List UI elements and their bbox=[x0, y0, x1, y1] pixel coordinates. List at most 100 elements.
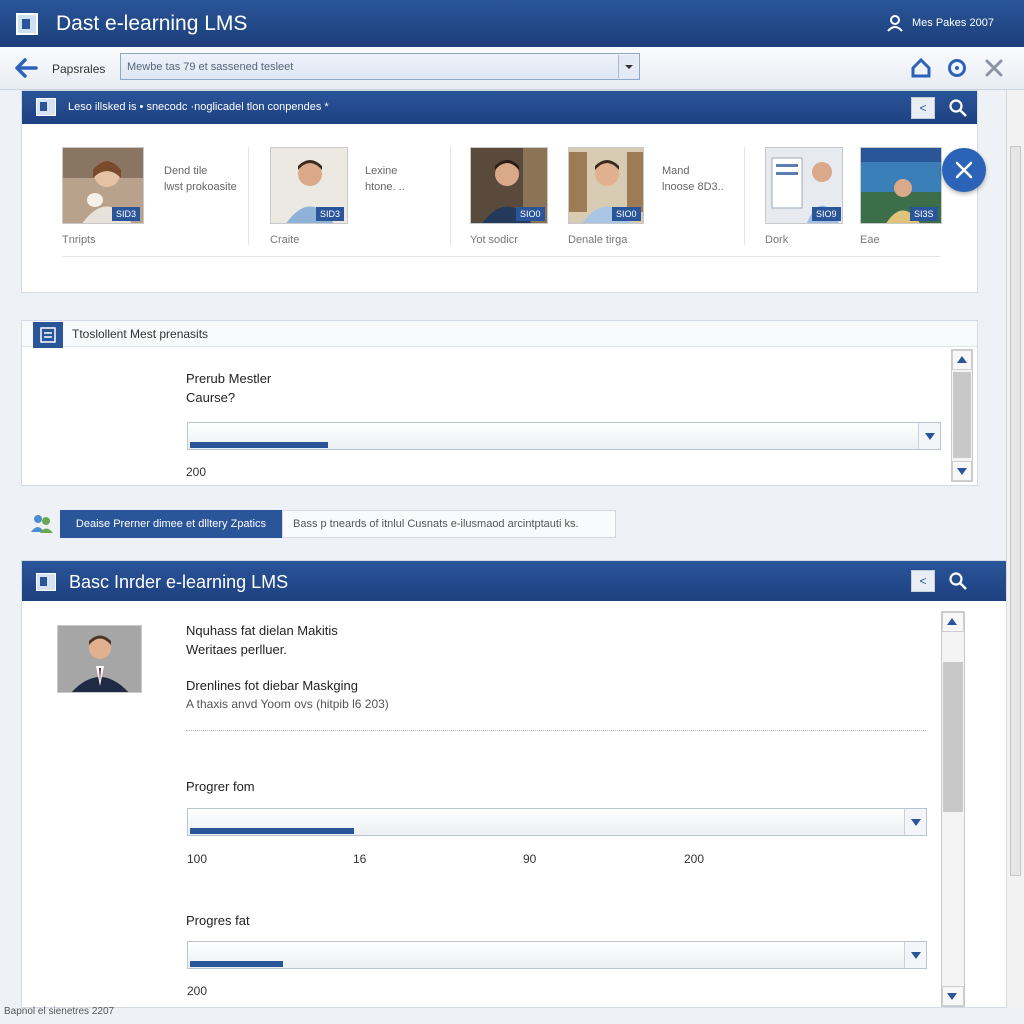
course-badge: SIO0 bbox=[612, 207, 641, 221]
collapse-button[interactable]: < bbox=[911, 97, 935, 119]
caption-line: htone. .. bbox=[365, 181, 405, 193]
courses-panel-header: Leso illsked is • snecodc ·noglicadel tl… bbox=[22, 91, 977, 124]
caption-line: lnoose 8D3.. bbox=[662, 181, 724, 193]
caption-line: lwst prokoasite bbox=[164, 181, 237, 193]
course-caption: Lexine htone. .. bbox=[365, 163, 405, 195]
progress-dropdown[interactable] bbox=[187, 941, 927, 969]
app-title: Dast e-learning LMS bbox=[56, 12, 248, 35]
address-input[interactable] bbox=[120, 53, 640, 80]
chevron-down-icon[interactable] bbox=[904, 942, 926, 968]
course-label[interactable]: Tnripts bbox=[62, 234, 96, 246]
tab-active[interactable]: Deaise Prerner dimee et dlltery Zpatics bbox=[60, 510, 282, 538]
course-detail-header: Basc Inrder e-learning LMS < bbox=[22, 561, 1006, 601]
close-icon bbox=[955, 161, 973, 179]
list-icon-glyph bbox=[40, 327, 56, 343]
progress-value: 200 bbox=[187, 984, 208, 998]
courses-panel: Leso illsked is • snecodc ·noglicadel tl… bbox=[21, 90, 978, 293]
nav-label[interactable]: Papsrales bbox=[52, 62, 105, 76]
caption-line: Mand bbox=[662, 165, 690, 177]
course-badge: SIO0 bbox=[516, 207, 545, 221]
chevron-down-icon[interactable] bbox=[904, 809, 926, 835]
app-logo-icon bbox=[16, 13, 38, 35]
question-scrollbar[interactable] bbox=[951, 349, 973, 482]
caption-line: Dend tile bbox=[164, 165, 208, 177]
search-icon[interactable] bbox=[948, 571, 968, 591]
question-line: Caurse? bbox=[186, 390, 236, 405]
divider bbox=[248, 147, 249, 245]
progress-label: Progrer fom bbox=[186, 779, 255, 794]
page-scrollbar[interactable] bbox=[1006, 90, 1024, 1008]
scroll-up-icon[interactable] bbox=[942, 612, 964, 632]
scroll-thumb[interactable] bbox=[943, 662, 963, 812]
course-badge: SIO9 bbox=[812, 207, 841, 221]
toolbar: Papsrales bbox=[0, 47, 1024, 90]
instructor-photo-man bbox=[58, 626, 141, 692]
close-fab-button[interactable] bbox=[942, 148, 986, 192]
subtitle-line: Drenlines fot diebar Maskging bbox=[186, 678, 358, 693]
footer-text: Bapnol el sienetres 2207 bbox=[4, 1006, 115, 1017]
refresh-icon[interactable] bbox=[946, 57, 968, 79]
user-name[interactable]: Mes Pakes 2007 bbox=[912, 17, 994, 29]
dotted-divider bbox=[186, 730, 926, 731]
tab-inactive[interactable]: Bass p tneards of itnlul Cusnats e-ilusm… bbox=[282, 510, 616, 538]
scroll-thumb[interactable] bbox=[953, 372, 971, 458]
course-caption: Dend tile lwst prokoasite bbox=[164, 163, 237, 195]
question-panel-header: Ttoslollent Mest prenasits bbox=[22, 321, 977, 348]
instructor-avatar bbox=[57, 625, 142, 693]
user-icon[interactable] bbox=[886, 14, 904, 32]
progress-label: Progres fat bbox=[186, 913, 250, 928]
progress-fill bbox=[190, 828, 354, 834]
home-icon[interactable] bbox=[910, 57, 932, 79]
course-subtitle: Drenlines fot diebar Maskging A thaxis a… bbox=[186, 676, 389, 714]
course-badge: SID3 bbox=[316, 207, 345, 221]
address-dropdown-button[interactable] bbox=[618, 55, 638, 78]
course-label[interactable]: Denale tirga bbox=[568, 234, 627, 246]
title-bar: Dast e-learning LMS Mes Pakes 2007 bbox=[0, 0, 1024, 47]
course-description: Nquhass fat dielan Makitis Weritaes perl… bbox=[186, 621, 338, 659]
divider bbox=[62, 256, 940, 257]
course-detail-panel: Basc Inrder e-learning LMS < Nquhass fat… bbox=[21, 560, 1007, 1008]
tick-label: 200 bbox=[684, 852, 705, 866]
scroll-down-icon[interactable] bbox=[952, 461, 972, 481]
list-icon bbox=[33, 322, 63, 348]
caption-line: Lexine bbox=[365, 165, 398, 177]
progress-dropdown[interactable] bbox=[187, 808, 927, 836]
progress-fill bbox=[190, 442, 328, 448]
description-line: Weritaes perlluer. bbox=[186, 642, 287, 657]
progress-fill bbox=[190, 961, 283, 967]
back-arrow-icon[interactable] bbox=[14, 57, 38, 79]
course-label[interactable]: Eae bbox=[860, 234, 880, 246]
description-line: Nquhass fat dielan Makitis bbox=[186, 623, 338, 638]
chevron-down-icon bbox=[625, 65, 633, 69]
page-scroll-thumb[interactable] bbox=[1010, 146, 1021, 876]
course-label[interactable]: Yot sodicr bbox=[470, 234, 518, 246]
tick-label: 90 bbox=[523, 852, 537, 866]
course-progress-dropdown[interactable] bbox=[187, 422, 941, 450]
divider bbox=[744, 147, 745, 245]
question-line: Prerub Mestler bbox=[186, 371, 272, 386]
question-text: Prerub Mestler Caurse? bbox=[186, 369, 271, 407]
users-icon bbox=[31, 515, 53, 533]
subtitle-line: A thaxis anvd Yoom ovs (hitpib l6 203) bbox=[186, 697, 389, 711]
question-panel: Ttoslollent Mest prenasits Prerub Mestle… bbox=[21, 320, 978, 486]
tick-label: 16 bbox=[353, 852, 367, 866]
course-label[interactable]: Dork bbox=[765, 234, 788, 246]
course-caption: Mand lnoose 8D3.. bbox=[662, 163, 724, 195]
collapse-button[interactable]: < bbox=[911, 570, 935, 592]
search-icon[interactable] bbox=[948, 98, 968, 118]
panel-icon bbox=[36, 98, 56, 116]
detail-scrollbar[interactable] bbox=[941, 611, 965, 1007]
question-panel-title: Ttoslollent Mest prenasits bbox=[72, 327, 209, 341]
course-detail-title: Basc Inrder e-learning LMS bbox=[69, 572, 289, 592]
course-badge: SID3 bbox=[112, 207, 141, 221]
close-icon[interactable] bbox=[983, 57, 1005, 79]
scroll-up-icon[interactable] bbox=[952, 350, 972, 370]
courses-panel-title: Leso illsked is • snecodc ·noglicadel tl… bbox=[68, 101, 329, 113]
progress-value: 200 bbox=[186, 465, 207, 479]
divider bbox=[450, 147, 451, 245]
scroll-down-icon[interactable] bbox=[942, 986, 964, 1006]
course-label[interactable]: Craite bbox=[270, 234, 299, 246]
chevron-down-icon[interactable] bbox=[918, 423, 940, 449]
tick-label: 100 bbox=[187, 852, 208, 866]
course-badge: SI3S bbox=[910, 207, 938, 221]
